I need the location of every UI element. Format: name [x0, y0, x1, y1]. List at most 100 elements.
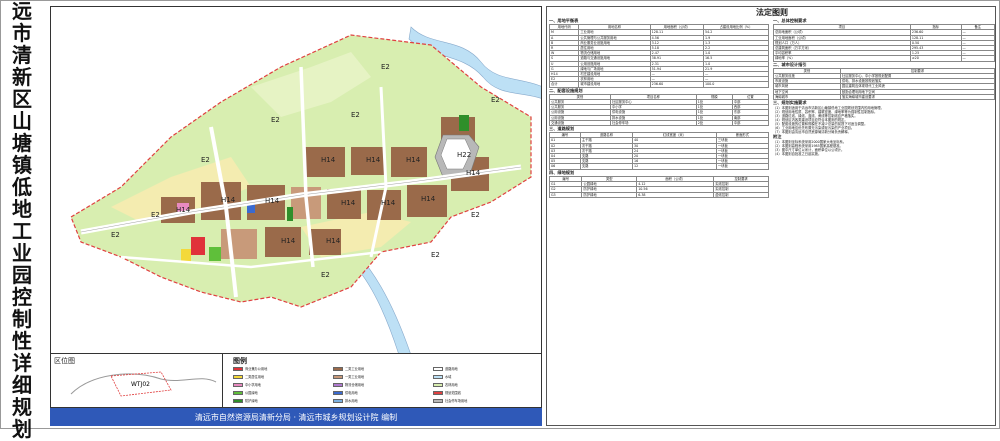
data-table: 编号 道路名称 红线宽度（米） 断面形式 01 主干路 40 三块板 02 次干路 30 一块板 03 次…	[549, 132, 770, 170]
legend-swatch	[333, 374, 343, 379]
legend-swatch	[333, 382, 343, 387]
legend-label: 水域	[445, 375, 452, 379]
commercial-block[interactable]	[191, 237, 205, 255]
left-column: 一、用地平衡表 用地代码 用地名称 用地面积（公顷） 占建设用地比例（%） M 工业用地 12…	[548, 18, 770, 198]
table-cell: 虚线控制	[713, 191, 769, 198]
table-cell: 236.60	[649, 81, 704, 88]
table-cell: 社会停车场	[609, 119, 697, 127]
legend-item: 规划范围线	[433, 390, 461, 395]
table-cell: 合计	[548, 81, 580, 88]
table-cell: 一块板	[715, 163, 770, 170]
table-row: 绿地率（%） ≥20—	[773, 55, 995, 62]
table-cell: G3	[548, 191, 583, 198]
table-cell: —	[960, 55, 995, 62]
legend-swatch	[433, 398, 443, 403]
table-row: G3 防护绿地 6.38 虚线控制	[548, 191, 769, 198]
regulation-document: 法定图则 一、用地平衡表 用地代码 用地名称 用地面积（公顷） 占建设用地比例（%） M 工…	[546, 6, 996, 426]
legend-label: 物流仓储用地	[345, 383, 365, 387]
legend-item: 供电用地	[333, 390, 358, 395]
land-use-map[interactable]: E2 E2 E2 E2 E2 E2 E2 E2 E2 E2 H14 H14 H14 H14 H14 H14 H1…	[50, 6, 542, 354]
parcel-label: E2	[471, 211, 480, 219]
vertical-title: 清远市清新区山塘镇低地工业园控制性详细规划	[2, 0, 42, 440]
title-char: 市	[12, 20, 32, 45]
table-cell: 交通设施	[549, 119, 611, 127]
title-char: 区	[12, 86, 32, 111]
title-char: 塘	[12, 130, 32, 155]
table-row: 06 支路 12 一块板	[549, 163, 770, 170]
legend-swatch	[233, 390, 243, 395]
doc-title: 法定图则	[756, 8, 788, 17]
legend-item: 防护绿地	[233, 398, 258, 403]
legend-item: 二类工业用地	[333, 366, 364, 371]
legend-label: 二类工业用地	[345, 367, 365, 371]
legend-swatch	[433, 382, 443, 387]
title-char: 细	[12, 372, 32, 397]
table-cell: 防护绿地	[581, 191, 638, 198]
section-heading: 三、规划实施要求	[773, 100, 807, 106]
legend-item: 道路用地	[433, 366, 458, 371]
table-row: 交通设施 社会停车场 2处 中部	[549, 119, 770, 127]
buffer-green[interactable]	[287, 207, 293, 221]
legend-item: 商业兼办公用地	[233, 366, 267, 371]
table-row: 海绵城市 落实海绵城市建设要求	[773, 93, 995, 101]
legend-label: 社会停车场用地	[445, 399, 468, 403]
parcel-label: H14	[321, 156, 336, 164]
legend-swatch	[233, 382, 243, 387]
legend-item: 排水用地	[333, 398, 358, 403]
note-line: （7）本图则由清远市自然资源局清新分局负责解释。	[773, 130, 851, 135]
map-canvas: E2 E2 E2 E2 E2 E2 E2 E2 E2 E2 H14 H14 H14 H14 H14 H14 H1…	[51, 7, 541, 353]
table-cell: 支路	[579, 163, 633, 170]
legend-item: 社会停车场用地	[433, 398, 467, 403]
parcel-label: H14	[176, 206, 191, 214]
legend-label: 排水用地	[345, 399, 358, 403]
park-block[interactable]	[209, 247, 221, 261]
parcel-label: H14	[466, 169, 481, 177]
data-table: 类别 控制要求 公共服务设施 社区服务中心、中小学按规划配置 市政设施 供电、排水设施按规…	[773, 67, 995, 101]
industrial-block[interactable]	[221, 229, 257, 259]
table-cell: 城市建设用地	[578, 81, 651, 88]
legend-swatch	[333, 390, 343, 395]
title-char: 镇	[12, 152, 32, 177]
footer-credit: 清远市自然资源局清新分局 · 清远市城乡规划设计院 编制	[50, 408, 542, 426]
legend-swatch	[333, 366, 343, 371]
inset-marker: WTJ02	[131, 381, 150, 388]
parcel-label: H14	[221, 196, 236, 204]
table-cell: 12	[631, 163, 717, 170]
title-char: 新	[12, 64, 32, 89]
data-table: 编号 类型 面积（公顷） 控制要求 G1 公园绿地 4.12 实线控制 G2 防护绿地 10.56 实…	[548, 175, 769, 198]
legend-item: 二类居住用地	[233, 374, 264, 379]
data-table: 类别 项目名称 规模 位置 公共服务 社区服务中心 1处 中部 公共服务 中小学 1处 西部 公用设施供…	[549, 93, 770, 127]
section-heading: 四、绿地规划	[549, 169, 575, 175]
parcel-label: H14	[326, 237, 341, 245]
table-cell: 中部	[731, 119, 770, 127]
buffer-green[interactable]	[459, 115, 469, 131]
legend-item: 水域	[433, 374, 451, 379]
table-cell: 6.38	[636, 191, 715, 198]
data-table: 项目 指标 备注 总用地面积（公顷） 236.60— 工业用地面积（公顷） 128.11— 规…	[773, 24, 995, 62]
parcel-label: H14	[381, 199, 396, 207]
parcel-label: H14	[421, 195, 436, 203]
section-heading: 三、道路规划	[549, 126, 575, 132]
title-char: 控	[12, 284, 32, 309]
legend-item: 公园绿地	[233, 390, 258, 395]
legend-swatch	[233, 366, 243, 371]
table-cell: 海绵城市	[773, 93, 841, 101]
right-column: 一、总体控制要求 项目 指标 备注 总用地面积（公顷） 236.60— 工业用地面积（公顷）…	[773, 18, 995, 156]
legend-swatch	[233, 374, 243, 379]
section-heading: 二、配套设施规划	[549, 87, 583, 93]
parcel-label: E2	[381, 63, 390, 71]
title-char: 业	[12, 240, 32, 265]
parcel-label: H14	[366, 156, 381, 164]
parcel-label: E2	[351, 111, 360, 119]
legend-label: 道路用地	[445, 367, 458, 371]
section-heading: 一、总体控制要求	[773, 18, 807, 23]
legend-label: 公园绿地	[245, 391, 258, 395]
section-heading: 一、用地平衡表	[549, 18, 579, 23]
legend-panel: 区位图 WTJ02 图例 商业兼办公用地 二类居住用地 中小学用地 公园绿地 防护绿地 二…	[50, 354, 542, 408]
parcel-label: E2	[321, 271, 330, 279]
title-char: 工	[12, 218, 32, 243]
title-char: 性	[12, 328, 32, 353]
legend-item: 物流仓储用地	[333, 382, 364, 387]
table-cell: 落实海绵城市建设要求	[839, 93, 995, 101]
legend-swatch	[433, 390, 443, 395]
